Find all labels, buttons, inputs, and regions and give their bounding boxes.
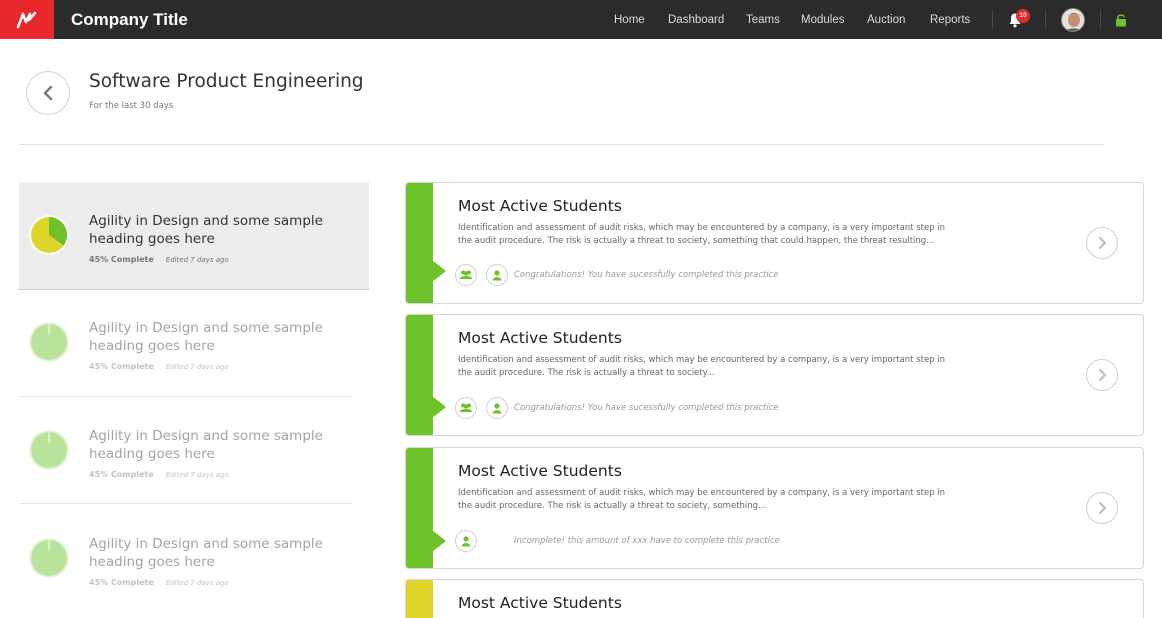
- module-meta: 45% Complete Edited 7 days ago: [89, 470, 229, 479]
- module-meta: 45% Complete Edited 7 days ago: [89, 362, 229, 371]
- practice-card[interactable]: Most Active Students: [405, 579, 1144, 618]
- top-navbar: Company Title Home Dashboard Teams Modul…: [0, 0, 1162, 39]
- progress-pie-icon: [29, 215, 69, 255]
- card-title: Most Active Students: [458, 594, 622, 612]
- nav-reports[interactable]: Reports: [930, 0, 970, 39]
- nav-divider: [1045, 10, 1046, 29]
- module-item[interactable]: Agility in Design and some sample headin…: [19, 292, 369, 396]
- module-edited: Edited 7 days ago: [165, 579, 229, 587]
- card-status-text: Congratulations! You have sucessfully co…: [514, 403, 779, 413]
- brand-logo[interactable]: [0, 0, 54, 39]
- card-status-text: Congratulations! You have sucessfully co…: [514, 270, 779, 280]
- user-icon[interactable]: [486, 264, 508, 286]
- practice-card[interactable]: Most Active Students Identification and …: [405, 314, 1144, 436]
- card-status-strip: [406, 183, 433, 303]
- practice-card[interactable]: Most Active Students Identification and …: [405, 447, 1144, 569]
- nav-divider: [992, 10, 993, 29]
- module-title: Agility in Design and some sample headin…: [89, 536, 323, 570]
- module-item[interactable]: Agility in Design and some sample headin…: [19, 508, 369, 612]
- module-edited: Edited 7 days ago: [165, 256, 229, 264]
- group-icon[interactable]: [455, 264, 477, 286]
- chevron-right-icon: [1099, 237, 1106, 249]
- progress-pie-icon: [29, 430, 69, 470]
- module-edited: Edited 7 days ago: [165, 363, 229, 371]
- module-progress: 45% Complete: [89, 362, 154, 371]
- module-progress: 45% Complete: [89, 578, 154, 587]
- user-avatar[interactable]: [1061, 8, 1085, 32]
- card-status-text: Incomplete! this amount of xxx have to c…: [514, 536, 780, 546]
- lock-icon[interactable]: [1115, 13, 1127, 27]
- module-title: Agility in Design and some sample headin…: [89, 428, 323, 462]
- nav-modules[interactable]: Modules: [801, 0, 844, 39]
- user-icon[interactable]: [486, 397, 508, 419]
- notification-badge: 10: [1016, 9, 1030, 23]
- company-title[interactable]: Company Title: [71, 0, 188, 39]
- card-description: Identification and assessment of audit r…: [458, 223, 946, 246]
- card-title: Most Active Students: [458, 329, 622, 347]
- card-title: Most Active Students: [458, 462, 622, 480]
- progress-pie-icon: [29, 322, 69, 362]
- nav-teams[interactable]: Teams: [746, 0, 780, 39]
- progress-pie-icon: [29, 538, 69, 578]
- header-divider: [19, 144, 1104, 145]
- nav-auction[interactable]: Auction: [867, 0, 905, 39]
- module-meta: 45% Complete Edited 7 days ago: [89, 255, 229, 264]
- list-divider: [19, 396, 352, 397]
- card-strip-notch: [432, 260, 446, 282]
- list-divider: [19, 503, 352, 504]
- group-icon[interactable]: [455, 397, 477, 419]
- user-icon[interactable]: [455, 530, 477, 552]
- back-button[interactable]: [26, 71, 70, 115]
- chevron-right-icon: [1099, 502, 1106, 514]
- module-title: Agility in Design and some sample headin…: [89, 213, 323, 247]
- module-title: Agility in Design and some sample headin…: [89, 320, 323, 354]
- module-item[interactable]: Agility in Design and some sample headin…: [19, 182, 369, 290]
- nav-divider: [1100, 10, 1101, 29]
- module-progress: 45% Complete: [89, 470, 154, 479]
- practice-card[interactable]: Most Active Students Identification and …: [405, 182, 1144, 304]
- chevron-right-icon: [1099, 369, 1106, 381]
- card-status-strip: [406, 580, 433, 618]
- chevron-left-icon: [43, 85, 53, 101]
- card-open-button[interactable]: [1086, 492, 1118, 524]
- card-open-button[interactable]: [1086, 359, 1118, 391]
- card-title: Most Active Students: [458, 197, 622, 215]
- page-title: Software Product Engineering: [89, 71, 364, 92]
- module-meta: 45% Complete Edited 7 days ago: [89, 578, 229, 587]
- module-item[interactable]: Agility in Design and some sample headin…: [19, 400, 369, 504]
- nav-home[interactable]: Home: [614, 0, 645, 39]
- card-status-strip: [406, 315, 433, 435]
- card-status-strip: [406, 448, 433, 568]
- brand-logo-icon: [16, 11, 37, 28]
- card-open-button[interactable]: [1086, 227, 1118, 259]
- card-strip-notch: [432, 530, 446, 552]
- module-edited: Edited 7 days ago: [165, 471, 229, 479]
- nav-dashboard[interactable]: Dashboard: [668, 0, 724, 39]
- page-subtitle: For the last 30 days: [89, 101, 174, 111]
- user-photo: [1062, 9, 1084, 31]
- module-progress: 45% Complete: [89, 255, 154, 264]
- card-strip-notch: [432, 396, 446, 418]
- card-description: Identification and assessment of audit r…: [458, 488, 946, 511]
- card-description: Identification and assessment of audit r…: [458, 355, 946, 378]
